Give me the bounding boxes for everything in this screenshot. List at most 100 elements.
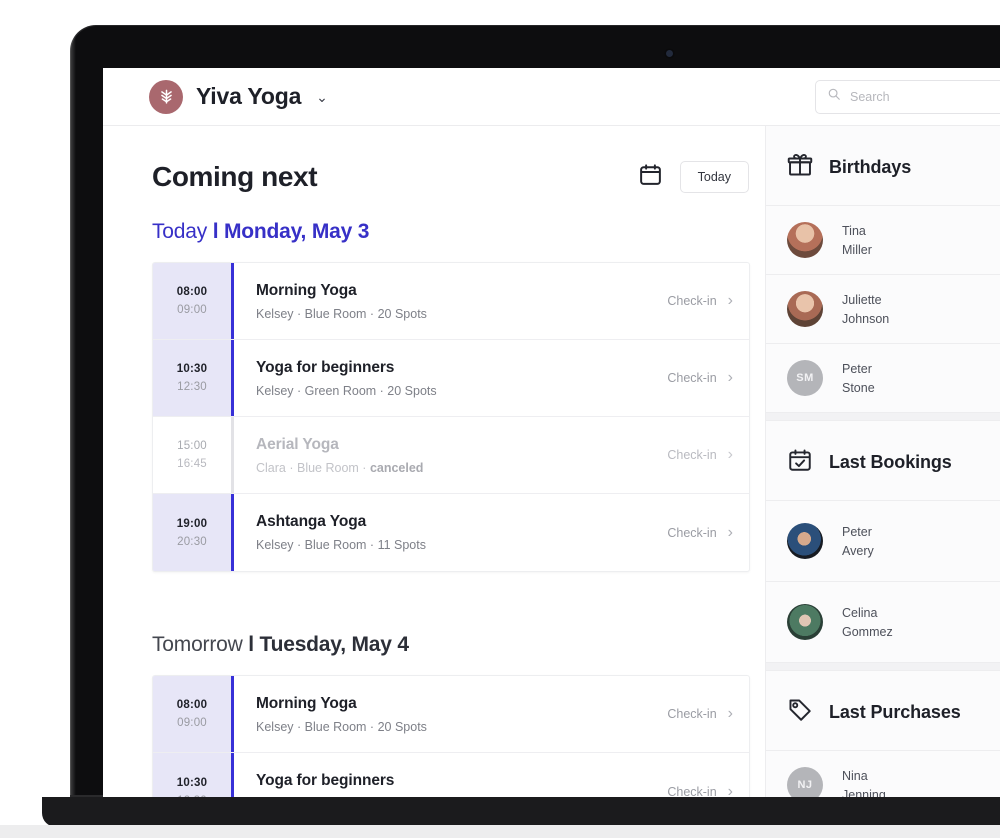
avatar: [787, 222, 823, 258]
check-in-label: Check-in: [667, 294, 717, 308]
table-row[interactable]: 08:00 09:00 Morning Yoga Kelsey · Blue R…: [153, 676, 749, 753]
check-in-action[interactable]: Check-in ›: [667, 782, 733, 798]
event-time: 08:00 09:00: [153, 676, 231, 752]
event-body: Yoga for beginners Kelsey · Green Room ·…: [234, 340, 749, 416]
person-last-name: Gommez: [842, 624, 893, 639]
event-start-time: 19:00: [176, 517, 208, 530]
avatar-initials: NJ: [797, 779, 813, 791]
event-body: Ashtanga Yoga Kelsey · Blue Room · 11 Sp…: [234, 494, 749, 571]
laptop-base: [42, 797, 1000, 827]
list-item[interactable]: Celina Gommez Bi Tu Bo: [766, 581, 1000, 662]
day-name: Monday, May 3: [223, 220, 370, 243]
check-in-action[interactable]: Check-in ›: [667, 370, 733, 386]
table-row[interactable]: 15:00 16:45 Aerial Yoga Clara · Blue Roo…: [153, 417, 749, 494]
list-item[interactable]: Peter Avery Yo Wo Bo: [766, 500, 1000, 581]
event-start-time: 08:00: [176, 286, 208, 298]
sidebar-section-title: Last Bookings: [829, 452, 952, 472]
event-title: Morning Yoga: [256, 281, 357, 299]
gift-icon: [787, 152, 813, 183]
event-meta: Kelsey · Blue Room · 20 Spots: [256, 719, 427, 734]
search-icon: [827, 87, 841, 106]
today-button[interactable]: Today: [679, 161, 749, 193]
sidebar-divider: [766, 412, 1000, 421]
person-name: Celina Gommez: [842, 606, 893, 639]
laptop-base-shadow: [0, 825, 1000, 838]
event-time: 10:30 12:30: [153, 340, 231, 416]
top-bar-actions: Search: [815, 79, 1000, 114]
check-in-action[interactable]: Check-in ›: [667, 706, 733, 722]
event-time: 19:00 20:30: [153, 494, 231, 571]
list-item[interactable]: NJ Nina Jenning 12 Pu: [766, 750, 1000, 797]
person-name: Nina Jenning: [842, 769, 886, 798]
person-first-name: Nina: [842, 768, 868, 783]
calendar-icon[interactable]: [638, 162, 663, 192]
check-in-action[interactable]: Check-in ›: [667, 293, 733, 309]
event-meta: Kelsey · Green Room · 20 Spots: [256, 383, 437, 398]
person-name: Peter Stone: [842, 362, 875, 395]
schedule-card-today: 08:00 09:00 Morning Yoga Kelsey · Blue R…: [152, 262, 750, 572]
avatar: [787, 604, 823, 640]
avatar: SM: [787, 360, 823, 396]
price-tag-icon: [787, 697, 813, 728]
table-row[interactable]: 08:00 09:00 Morning Yoga Kelsey · Blue R…: [153, 263, 749, 340]
event-end-time: 09:00: [177, 717, 207, 729]
event-start-time: 10:30: [176, 363, 208, 375]
person-first-name: Tina: [842, 223, 866, 238]
table-row[interactable]: 10:30 12:30 Yoga for beginners Kelsey · …: [153, 753, 749, 797]
list-item[interactable]: Tina Miller To: [766, 205, 1000, 274]
list-item[interactable]: Juliette Johnson 05: [766, 274, 1000, 343]
day-name: Tuesday, May 4: [259, 633, 410, 656]
avatar: [787, 291, 823, 327]
event-body: Yoga for beginners Kelsey · Green Room ·…: [234, 753, 749, 797]
person-first-name: Peter: [842, 524, 872, 539]
table-row[interactable]: 19:00 20:30 Ashtanga Yoga Kelsey · Blue …: [153, 494, 749, 571]
sidebar-section-last-purchases: Last Purchases: [766, 671, 1000, 750]
event-title: Ashtanga Yoga: [256, 513, 367, 530]
event-meta: Kelsey · Blue Room · 11 Spots: [256, 538, 426, 552]
chevron-right-icon: ›: [727, 369, 733, 386]
person-last-name: Avery: [842, 543, 874, 558]
chevron-right-icon: ›: [727, 446, 733, 463]
person-last-name: Jenning: [842, 787, 886, 798]
event-meta: Clara · Blue Room · canceled: [256, 461, 423, 475]
check-in-action[interactable]: Check-in ›: [667, 523, 733, 541]
event-title: Yoga for beginners: [256, 772, 395, 789]
brand-switcher[interactable]: Yiva Yoga ⌄: [103, 79, 328, 114]
top-bar: Yiva Yoga ⌄ Search: [103, 68, 1000, 126]
sidebar-section-last-bookings: Last Bookings: [766, 421, 1000, 500]
event-title: Yoga for beginners: [256, 358, 395, 376]
event-end-time: 16:45: [177, 458, 207, 470]
person-first-name: Celina: [842, 605, 878, 620]
event-time: 08:00 09:00: [153, 263, 231, 339]
person-last-name: Stone: [842, 380, 875, 395]
person-first-name: Peter: [842, 361, 872, 376]
person-first-name: Juliette: [842, 292, 882, 307]
screenshot-stage: Yiva Yoga ⌄ Search Coming next Today Tod…: [0, 0, 1000, 838]
sidebar-section-birthdays: Birthdays: [766, 126, 1000, 205]
wheat-leaf-logo-icon: [149, 79, 183, 114]
schedule-card-tomorrow: 08:00 09:00 Morning Yoga Kelsey · Blue R…: [152, 675, 750, 797]
day-heading-today: Today l Monday, May 3: [152, 220, 765, 244]
check-in-action[interactable]: Check-in ›: [667, 447, 733, 463]
avatar: [787, 523, 823, 559]
chevron-right-icon: ›: [727, 523, 733, 541]
table-row[interactable]: 10:30 12:30 Yoga for beginners Kelsey · …: [153, 340, 749, 417]
search-placeholder: Search: [850, 89, 890, 104]
event-end-time: 12:30: [177, 381, 207, 393]
chevron-right-icon: ›: [727, 782, 733, 797]
list-item[interactable]: SM Peter Stone 05: [766, 343, 1000, 412]
search-input[interactable]: Search: [815, 79, 1000, 114]
event-body: Morning Yoga Kelsey · Blue Room · 20 Spo…: [234, 676, 749, 752]
event-meta-prefix: Clara · Blue Room ·: [256, 460, 370, 475]
app-body: Coming next Today Today l Monday, May 3 …: [103, 126, 1000, 797]
check-in-label: Check-in: [667, 784, 717, 798]
app-screen: Yiva Yoga ⌄ Search Coming next Today Tod…: [103, 68, 1000, 797]
chevron-right-icon: ›: [727, 705, 733, 722]
person-last-name: Johnson: [842, 311, 890, 326]
avatar-initials: SM: [796, 372, 814, 384]
event-time: 15:00 16:45: [153, 417, 231, 493]
event-body: Aerial Yoga Clara · Blue Room · canceled…: [234, 417, 749, 493]
event-end-time: 20:30: [177, 535, 207, 548]
sidebar: Birthdays Tina Miller To: [765, 126, 1000, 797]
event-time: 10:30 12:30: [153, 753, 231, 797]
